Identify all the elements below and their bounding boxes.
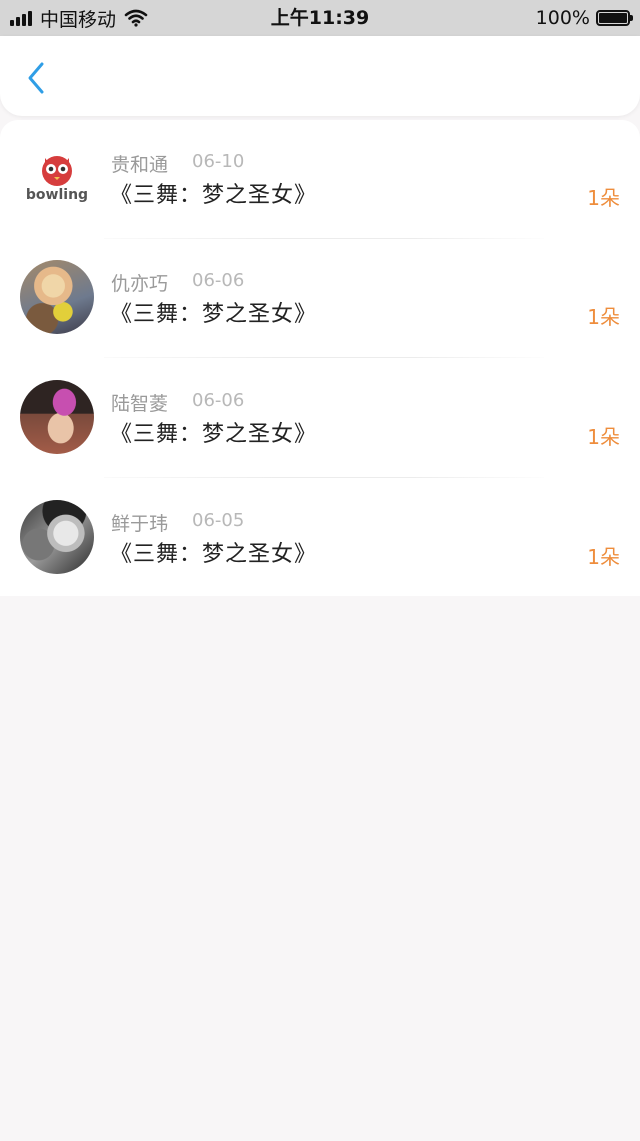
flower-count: 1朵 — [587, 305, 620, 329]
sender-name: 仇亦巧 — [111, 273, 169, 295]
flower-list: bowling 贵和通 06-10 《三舞：梦之圣女》 1朵 仇亦巧 06-06… — [0, 120, 640, 596]
sender-name: 鲜于玮 — [111, 513, 169, 535]
avatar — [20, 380, 94, 454]
sender-name: 贵和通 — [111, 154, 169, 176]
list-item[interactable]: bowling 贵和通 06-10 《三舞：梦之圣女》 1朵 — [0, 120, 640, 239]
nav-bar — [0, 36, 640, 116]
avatar-logo-text: bowling — [25, 187, 89, 203]
back-button[interactable] — [18, 58, 54, 98]
flower-count: 1朵 — [587, 186, 620, 210]
status-bar: 中国移动 上午11:39 100% — [0, 0, 640, 36]
battery-icon — [596, 10, 633, 26]
book-title: 《三舞：梦之圣女》 — [110, 542, 318, 567]
sender-name: 陆智菱 — [111, 393, 169, 415]
send-date: 06-05 — [192, 510, 245, 531]
status-right: 100% — [535, 0, 633, 36]
send-date: 06-06 — [192, 270, 245, 291]
send-date: 06-10 — [192, 151, 245, 172]
list-item[interactable]: 仇亦巧 06-06 《三舞：梦之圣女》 1朵 — [0, 239, 640, 358]
avatar: bowling — [20, 141, 94, 215]
battery-percent: 100% — [535, 7, 590, 29]
book-title: 《三舞：梦之圣女》 — [110, 302, 318, 327]
signal-icon — [10, 10, 32, 26]
list-item[interactable]: 鲜于玮 06-05 《三舞：梦之圣女》 1朵 — [0, 479, 640, 598]
owl-logo-icon — [42, 156, 72, 186]
list-item[interactable]: 陆智菱 06-06 《三舞：梦之圣女》 1朵 — [0, 359, 640, 478]
carrier-label: 中国移动 — [40, 8, 117, 31]
divider — [104, 357, 544, 358]
book-title: 《三舞：梦之圣女》 — [110, 183, 318, 208]
wifi-icon — [124, 9, 148, 27]
chevron-left-icon — [28, 62, 44, 94]
avatar — [20, 500, 94, 574]
send-date: 06-06 — [192, 390, 245, 411]
avatar — [20, 260, 94, 334]
flower-count: 1朵 — [587, 545, 620, 569]
status-left: 中国移动 — [10, 0, 148, 36]
book-title: 《三舞：梦之圣女》 — [110, 422, 318, 447]
divider — [104, 477, 544, 478]
flower-count: 1朵 — [587, 425, 620, 449]
